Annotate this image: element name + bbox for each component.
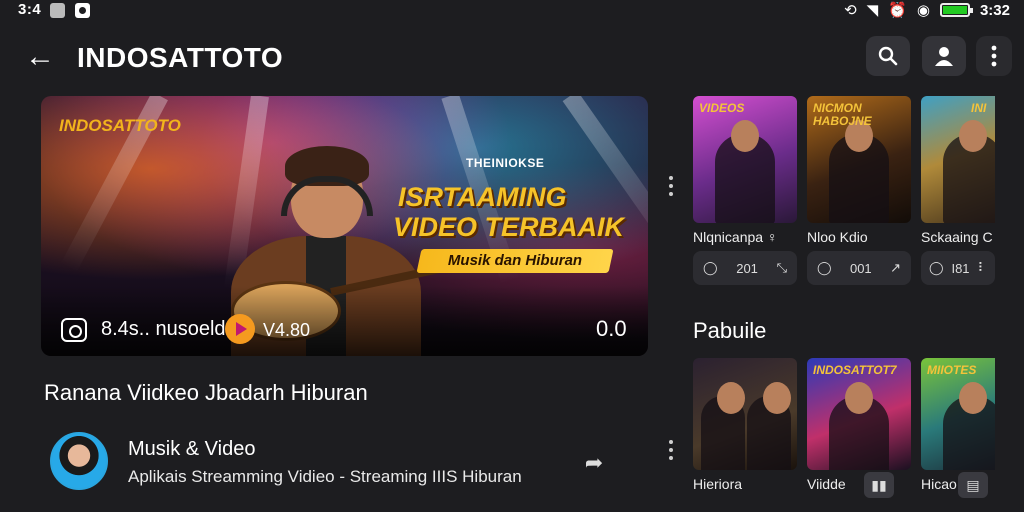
- search-icon: [878, 46, 898, 66]
- view-count: 8.4s.. nusoeld: [101, 318, 226, 340]
- profile-icon: [935, 47, 953, 66]
- more-vertical-icon[interactable]: ⠇: [977, 260, 987, 276]
- card-stats: ◯ I81 ⠇: [921, 251, 995, 285]
- more-vertical-icon: [991, 45, 997, 67]
- hero-headline-1: ISRTAAMING: [398, 182, 567, 212]
- sync-icon: ◉: [916, 2, 930, 19]
- stage-light: [562, 96, 648, 315]
- thumbnail-title: NICMON HABOJNE: [813, 101, 872, 128]
- video-thumbnail[interactable]: NICMON HABOJNE: [807, 96, 911, 223]
- back-arrow-icon[interactable]: ←: [22, 40, 58, 76]
- profile-button[interactable]: [922, 36, 966, 76]
- expand-icon[interactable]: ⤡: [777, 260, 787, 276]
- hero-video-player[interactable]: INDOSATTOTO THEINIOKSE ISRTAAMING VIDEO …: [41, 96, 648, 356]
- battery-icon: [939, 3, 973, 17]
- status-bar: 3:4 ⟲ ◥ ⏰ ◉ 3:32: [0, 0, 1024, 22]
- drag-handle[interactable]: [669, 176, 675, 196]
- hero-headline-2: VIDEO TERBAAIK: [393, 212, 625, 242]
- card-stats: ◯ 001 ↗: [807, 251, 911, 285]
- video-card[interactable]: VIDEOS Nlqnicanpa ♀ ◯ 201 ⤡: [693, 96, 797, 285]
- status-time-right: 3:32: [979, 1, 1010, 19]
- card-title: Viidde: [807, 476, 846, 492]
- video-card[interactable]: NICMON HABOJNE Nloo Kdio ◯ 001 ↗: [807, 96, 911, 285]
- channel-description: Aplikais Streamming Vidieo - Streaming I…: [128, 467, 522, 486]
- hero-brand: INDOSATTOTO: [59, 116, 181, 135]
- card-title: Sckaaing C: [921, 229, 993, 245]
- avatar[interactable]: [50, 432, 108, 490]
- thumbnail-title: VIDEOS: [699, 101, 745, 115]
- video-card[interactable]: INI Sckaaing C ◯ I81 ⠇: [921, 96, 995, 285]
- playback-timer: 0.0: [596, 316, 627, 341]
- comment-icon[interactable]: ◯: [703, 260, 718, 276]
- video-thumbnail[interactable]: VIDEOS: [693, 96, 797, 223]
- thumbnail-title: MIIOTES: [927, 363, 977, 377]
- video-thumbnail[interactable]: [693, 358, 797, 470]
- card-stats: ◯ 201 ⤡: [693, 251, 797, 285]
- comment-count: 001: [849, 260, 872, 276]
- rotate-icon: ⟲: [844, 2, 857, 19]
- stats-icon[interactable]: ▮▮: [864, 472, 894, 498]
- card-title: Nloo Kdio: [807, 229, 868, 245]
- thumbnail-title: INDOSATTOT7: [813, 363, 897, 377]
- card-title: Nlqnicanpa ♀: [693, 229, 778, 245]
- video-card[interactable]: INDOSATTOT7 Viidde: [807, 358, 911, 492]
- hero-ribbon-text: Musik dan Hiburan: [447, 252, 583, 269]
- comment-icon[interactable]: ◯: [817, 260, 832, 276]
- drag-handle[interactable]: [669, 440, 675, 460]
- app-bar: ← INDOSATTOTO: [0, 34, 1024, 82]
- camera-icon[interactable]: [61, 318, 87, 342]
- document-icon[interactable]: ▤: [958, 472, 988, 498]
- app-title: INDOSATTOTO: [77, 42, 284, 73]
- video-thumbnail[interactable]: INDOSATTOT7: [807, 358, 911, 470]
- play-icon[interactable]: [225, 314, 255, 344]
- card-title: Hieriora: [693, 476, 743, 492]
- video-thumbnail[interactable]: MIIOTES: [921, 358, 995, 470]
- comment-count: 201: [736, 260, 758, 276]
- gallery-icon: [50, 3, 65, 18]
- more-options-button[interactable]: [976, 36, 1012, 76]
- channel-name[interactable]: Musik & Video: [128, 438, 255, 461]
- share-icon[interactable]: ➦: [579, 448, 609, 478]
- app-icon: [75, 3, 90, 18]
- version-label: V4.80: [263, 320, 311, 340]
- hero-ribbon: Musik dan Hiburan: [416, 249, 614, 273]
- search-button[interactable]: [866, 36, 910, 76]
- channel-row: Musik & Video Aplikais Streamming Vidieo…: [44, 430, 644, 494]
- alarm-icon: ⏰: [888, 2, 907, 19]
- comment-count: I81: [951, 260, 970, 276]
- open-external-icon[interactable]: ↗: [890, 260, 901, 276]
- section-title: Pabuile: [693, 318, 767, 343]
- status-time-left: 3:4: [18, 1, 42, 18]
- wifi-icon: ◥: [866, 2, 879, 19]
- video-title: Ranana Viidkeo Jbadarh Hiburan: [44, 380, 368, 405]
- comment-icon[interactable]: ◯: [929, 260, 944, 276]
- video-card[interactable]: Hieriora: [693, 358, 797, 492]
- hero-tag: THEINIOKSE: [466, 156, 545, 170]
- video-thumbnail[interactable]: INI: [921, 96, 995, 223]
- thumbnail-title: INI: [971, 101, 987, 115]
